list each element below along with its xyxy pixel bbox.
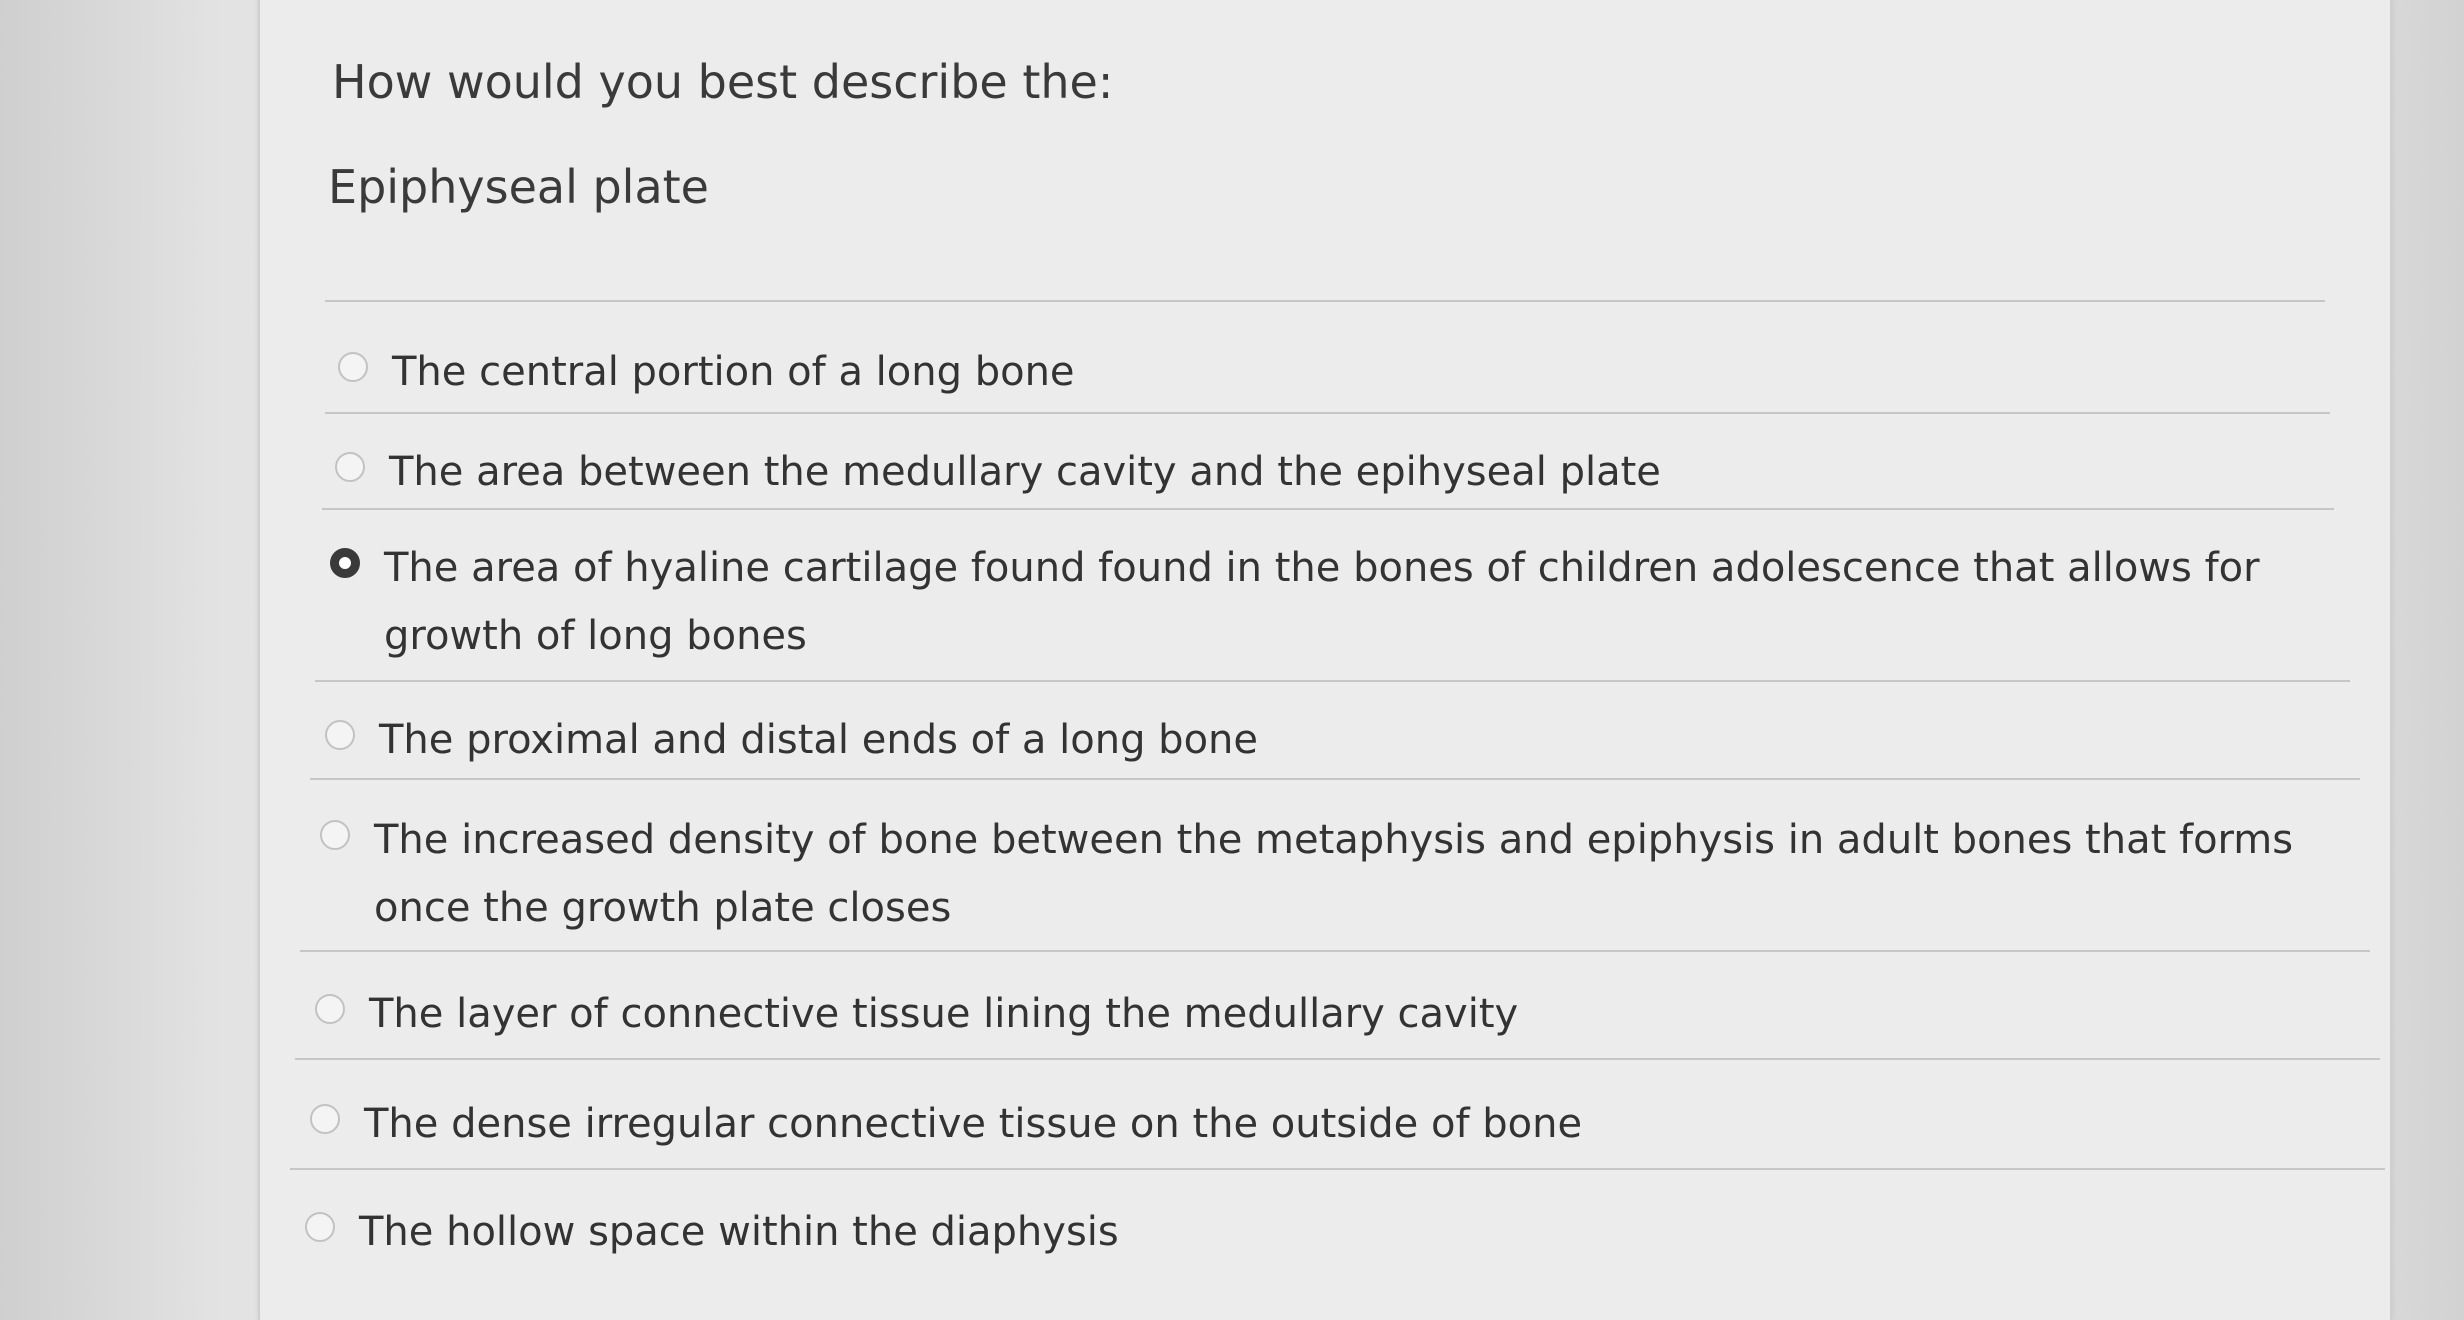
radio-button-icon[interactable] <box>320 820 350 850</box>
option-label: The dense irregular connective tissue on… <box>364 1101 1583 1147</box>
option-label: The increased density of bone between th… <box>374 817 2294 931</box>
divider <box>325 300 2325 302</box>
answer-option-6[interactable]: The layer of connective tissue lining th… <box>315 980 2365 1048</box>
option-label: The hollow space within the diaphysis <box>359 1209 1119 1255</box>
radio-button-icon[interactable] <box>335 452 365 482</box>
option-label: The layer of connective tissue lining th… <box>369 991 1519 1037</box>
option-label: The central portion of a long bone <box>392 349 1075 395</box>
divider <box>315 680 2350 682</box>
answer-option-3[interactable]: The area of hyaline cartilage found foun… <box>330 534 2360 670</box>
radio-button-icon[interactable] <box>315 994 345 1024</box>
divider <box>310 778 2360 780</box>
radio-button-icon[interactable] <box>338 352 368 382</box>
answer-option-5[interactable]: The increased density of bone between th… <box>320 806 2350 942</box>
radio-button-icon[interactable] <box>305 1212 335 1242</box>
radio-button-selected-icon[interactable] <box>330 548 360 578</box>
answer-option-4[interactable]: The proximal and distal ends of a long b… <box>325 706 2355 774</box>
answer-option-7[interactable]: The dense irregular connective tissue on… <box>310 1090 2370 1158</box>
answer-option-1[interactable]: The central portion of a long bone <box>338 338 2338 406</box>
option-label: The area of hyaline cartilage found foun… <box>384 545 2260 659</box>
question-term: Epiphyseal plate <box>328 160 709 214</box>
divider <box>322 508 2334 510</box>
option-label: The proximal and distal ends of a long b… <box>379 717 1259 763</box>
divider <box>325 412 2330 414</box>
answer-option-8[interactable]: The hollow space within the diaphysis <box>305 1198 2365 1266</box>
question-prompt: How would you best describe the: <box>332 55 1114 109</box>
answer-option-2[interactable]: The area between the medullary cavity an… <box>335 438 2340 506</box>
radio-button-icon[interactable] <box>325 720 355 750</box>
radio-button-icon[interactable] <box>310 1104 340 1134</box>
divider <box>295 1058 2380 1060</box>
option-label: The area between the medullary cavity an… <box>389 449 1661 495</box>
divider <box>290 1168 2385 1170</box>
divider <box>300 950 2370 952</box>
